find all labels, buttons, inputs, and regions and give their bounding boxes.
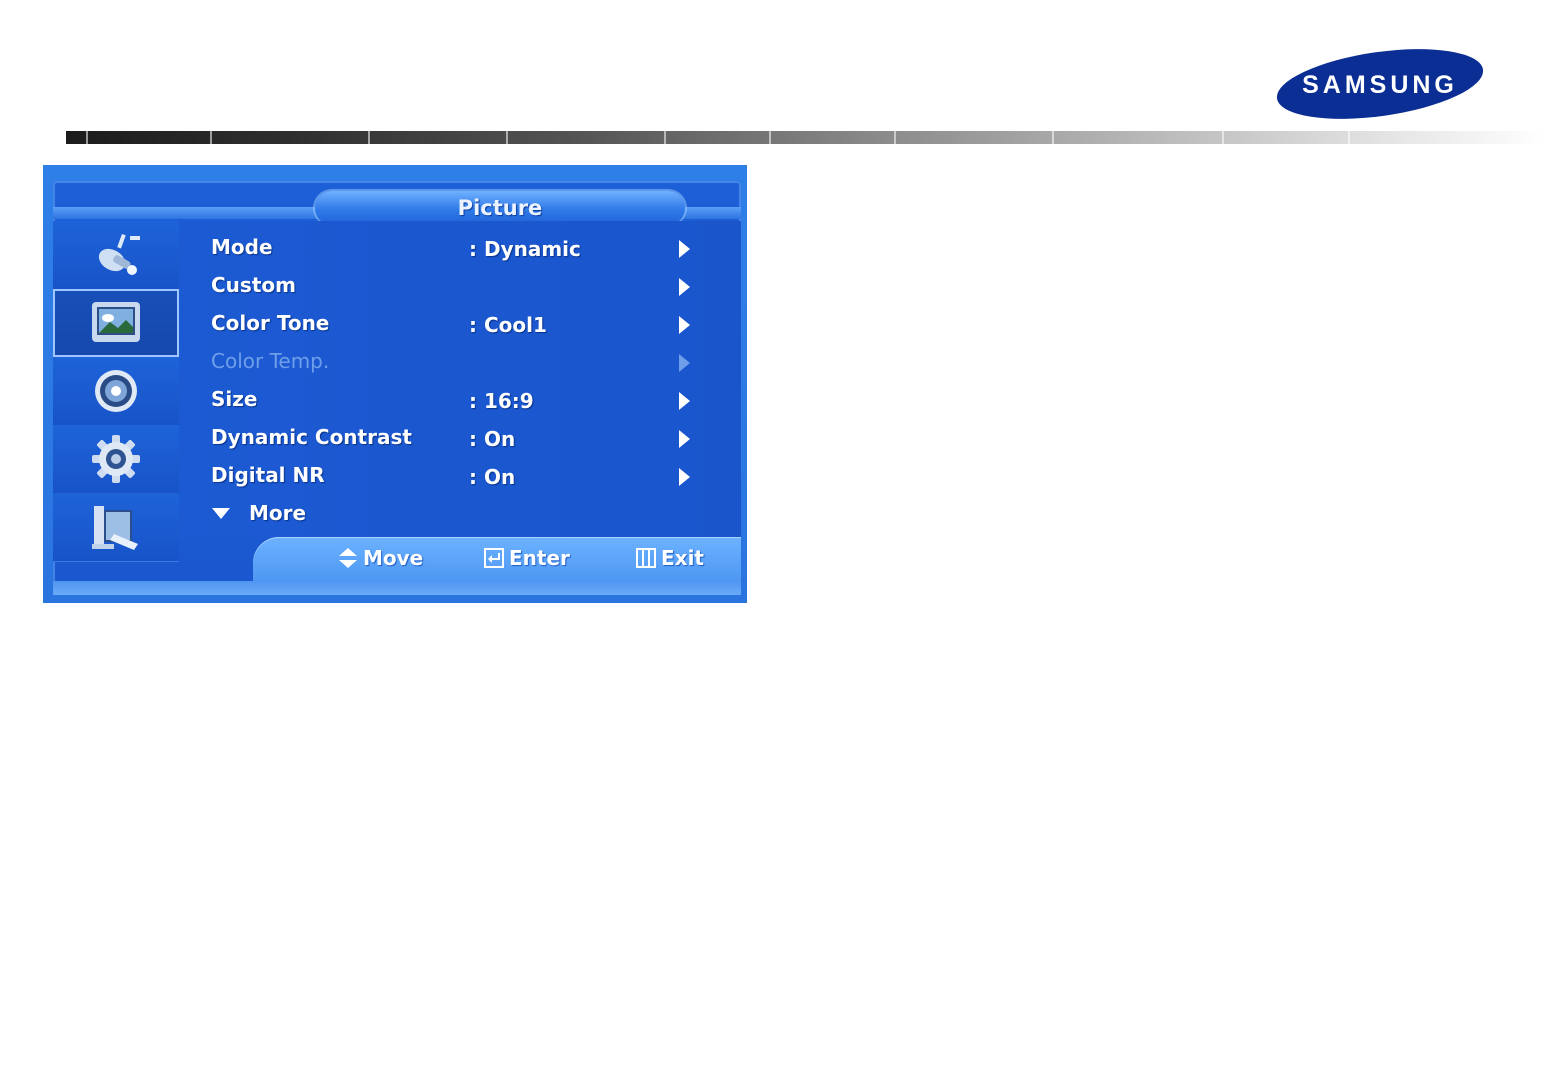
menu-item-label: Color Tone <box>211 311 330 335</box>
menu-item-color-tone[interactable]: Color Tone : Cool1 <box>179 305 741 343</box>
help-exit-label: Exit <box>661 546 704 570</box>
sidebar-item-support[interactable] <box>53 493 179 562</box>
samsung-logo: SAMSUNG <box>1274 48 1486 120</box>
menu-item-more[interactable]: More <box>179 495 741 533</box>
sidebar-item-setup[interactable] <box>53 425 179 494</box>
menu-item-size[interactable]: Size : 16:9 <box>179 381 741 419</box>
enter-icon <box>484 548 504 568</box>
menu-item-value: : On <box>469 465 516 489</box>
input-plug-icon <box>98 234 140 275</box>
osd-menu-list: Mode : Dynamic Custom Color Tone : Cool1… <box>179 221 741 539</box>
menu-item-mode[interactable]: Mode : Dynamic <box>179 229 741 267</box>
gear-icon <box>92 435 140 483</box>
help-move: Move <box>337 546 423 570</box>
menu-item-value: : Cool1 <box>469 313 547 337</box>
menu-item-value: : Dynamic <box>469 237 581 261</box>
help-exit: Exit <box>635 546 704 570</box>
menu-item-color-temp: Color Temp. <box>179 343 741 381</box>
menu-item-label: Dynamic Contrast <box>211 425 412 449</box>
sidebar-item-input[interactable] <box>53 221 179 290</box>
menu-item-dynamic-contrast[interactable]: Dynamic Contrast : On <box>179 419 741 457</box>
help-enter-label: Enter <box>509 546 570 570</box>
menu-item-value: : 16:9 <box>469 389 534 413</box>
osd-sidebar <box>53 221 179 571</box>
picture-icon <box>92 302 140 342</box>
menu-item-label: Color Temp. <box>211 349 330 373</box>
chevron-right-icon <box>679 468 690 486</box>
sidebar-item-picture[interactable] <box>53 289 179 358</box>
chevron-right-icon <box>679 316 690 334</box>
chevron-right-icon <box>679 278 690 296</box>
help-move-label: Move <box>363 546 424 570</box>
chevron-right-icon <box>679 392 690 410</box>
osd-help-bar: Move Enter Exit <box>253 537 741 581</box>
help-enter: Enter <box>483 546 570 570</box>
menu-item-label: Digital NR <box>211 463 325 487</box>
menu-item-label: Size <box>211 387 258 411</box>
speaker-icon <box>95 370 137 412</box>
support-icon <box>92 506 138 550</box>
chevron-right-icon <box>679 354 690 372</box>
menu-item-label: Custom <box>211 273 296 297</box>
samsung-logo-text: SAMSUNG <box>1302 71 1458 99</box>
menu-item-digital-nr[interactable]: Digital NR : On <box>179 457 741 495</box>
menu-item-value: : On <box>469 427 516 451</box>
menu-item-custom[interactable]: Custom <box>179 267 741 305</box>
osd-bottom-strip <box>53 581 741 595</box>
tv-osd-screenshot: Picture Mode: Dynamic Custom Color Tone… <box>43 165 747 603</box>
menu-item-label: More <box>249 501 307 525</box>
chevron-right-icon <box>679 430 690 448</box>
osd-title: Picture <box>315 191 685 225</box>
osd-panel: Picture Mode: Dynamic Custom Color Tone… <box>53 181 741 595</box>
sidebar-item-sound[interactable] <box>53 357 179 426</box>
header-divider-bar <box>66 131 1546 144</box>
chevron-down-icon <box>212 508 230 519</box>
menu-item-label: Mode <box>211 235 273 259</box>
up-down-arrows-icon <box>339 548 357 568</box>
chevron-right-icon <box>679 240 690 258</box>
exit-icon <box>636 548 656 568</box>
samsung-logo-mark: SAMSUNG <box>1276 49 1484 119</box>
